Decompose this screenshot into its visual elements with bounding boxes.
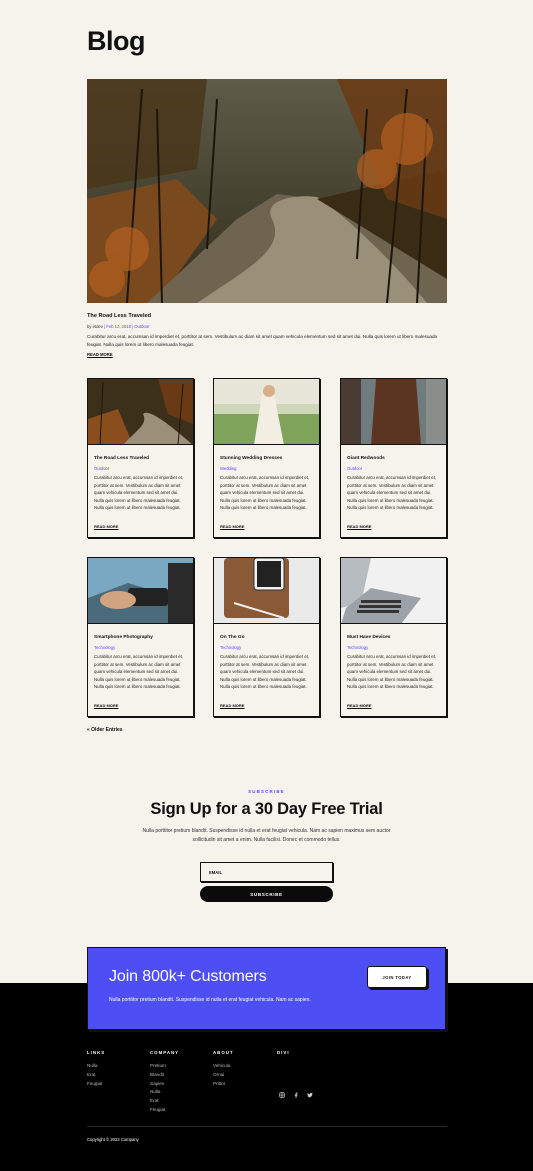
subscribe-title: Sign Up for a 30 Day Free Trial <box>150 800 383 818</box>
subscribe-button[interactable]: SUBSCRIBE <box>200 886 333 902</box>
post-card-category[interactable]: Technology <box>347 645 368 650</box>
post-card-excerpt: Curabitur arcu erat, accumsan id imperdi… <box>220 475 310 511</box>
post-card[interactable]: Giant Redwoods Outdoor Curabitur arcu er… <box>340 378 447 538</box>
page-title: Blog <box>87 26 146 56</box>
footer-link[interactable]: Nulla <box>150 1088 179 1097</box>
post-card-read-more[interactable]: READ MORE <box>347 703 371 708</box>
cta-title: Join 800k+ Customers <box>109 968 267 985</box>
hero-post-title[interactable]: The Road Less Traveled <box>87 313 151 319</box>
email-input[interactable] <box>200 862 333 882</box>
footer-heading: DIVI <box>277 1050 290 1055</box>
post-card-read-more[interactable]: READ MORE <box>347 524 371 529</box>
hero-image[interactable] <box>87 79 447 303</box>
hero-read-more-link[interactable]: READ MORE <box>87 352 113 357</box>
hero-category[interactable]: Outdoor <box>134 324 149 329</box>
post-card-read-more[interactable]: READ MORE <box>94 703 118 708</box>
older-entries-link[interactable]: « Older Entries <box>87 727 123 733</box>
post-card-excerpt: Curabitur arcu erat, accumsan id imperdi… <box>220 654 310 690</box>
footer-link[interactable]: Erat <box>87 1071 105 1080</box>
footer-link[interactable]: Prittor <box>213 1080 234 1089</box>
footer-link[interactable]: Sapien <box>150 1080 179 1089</box>
post-card[interactable]: On The Go Technology Curabitur arcu erat… <box>213 557 320 717</box>
post-thumbnail[interactable] <box>214 558 319 624</box>
post-thumbnail[interactable] <box>88 379 193 445</box>
post-thumbnail[interactable] <box>341 379 446 445</box>
post-card[interactable]: The Road Less Traveled Outdoor Curabitur… <box>87 378 194 538</box>
hero-date: Feb 12, 2018 <box>106 324 131 329</box>
social-links <box>278 1091 314 1099</box>
cta-banner: Join 800k+ Customers Nulla porttitor pre… <box>87 947 446 1030</box>
footer-heading: COMPANY <box>150 1050 180 1055</box>
footer-link[interactable]: Nulla <box>87 1062 105 1071</box>
forest-road-image <box>87 79 447 303</box>
subscribe-text: Nulla porttitor pretium blandit. Suspend… <box>142 828 391 843</box>
footer-link[interactable]: Feugiat <box>150 1106 179 1115</box>
post-thumbnail[interactable] <box>88 558 193 624</box>
footer-link[interactable]: Pretium <box>150 1062 179 1071</box>
post-card-excerpt: Curabitur arcu erat, accumsan id imperdi… <box>94 475 184 511</box>
post-card-excerpt: Curabitur arcu erat, accumsan id imperdi… <box>347 654 437 690</box>
footer-link[interactable]: Vehicula <box>213 1062 234 1071</box>
hero-author[interactable]: by etdev <box>87 324 103 329</box>
post-card-title[interactable]: Smartphone Photography <box>94 635 153 640</box>
twitter-icon[interactable] <box>306 1091 314 1099</box>
footer-link[interactable]: Blandit <box>150 1071 179 1080</box>
footer-heading: ABOUT <box>213 1050 234 1055</box>
post-card-excerpt: Curabitur arcu erat, accumsan id imperdi… <box>94 654 184 690</box>
post-card[interactable]: Stunning Wedding Dresses Wedding Curabit… <box>213 378 320 538</box>
footer-column-links: LINKS Nulla Erat Feugiat <box>87 1050 105 1088</box>
join-today-button[interactable]: JOIN TODAY <box>367 966 427 988</box>
post-card-title[interactable]: On The Go <box>220 635 245 640</box>
post-card[interactable]: Must Have Devices Technology Curabitur a… <box>340 557 447 717</box>
post-thumbnail[interactable] <box>214 379 319 445</box>
subscribe-eyebrow: SUBSCRIBE <box>248 789 285 794</box>
post-card-category[interactable]: Wedding <box>220 466 236 471</box>
footer-divider <box>87 1126 447 1127</box>
hero-excerpt: Curabitur arcu erat, accumsan id imperdi… <box>87 334 438 347</box>
footer-link[interactable]: Ornai <box>213 1071 234 1080</box>
post-card-excerpt: Curabitur arcu erat, accumsan id imperdi… <box>347 475 437 511</box>
post-card[interactable]: Smartphone Photography Technology Curabi… <box>87 557 194 717</box>
post-card-title[interactable]: Giant Redwoods <box>347 456 385 461</box>
copyright-text: Copyright © 2022 Company <box>87 1137 139 1142</box>
footer-link[interactable]: Erat <box>150 1097 179 1106</box>
footer-column-divi: DIVI <box>277 1050 290 1062</box>
footer-link[interactable]: Feugiat <box>87 1080 105 1089</box>
post-card-category[interactable]: Technology <box>220 645 241 650</box>
post-card-read-more[interactable]: READ MORE <box>220 524 244 529</box>
post-card-read-more[interactable]: READ MORE <box>94 524 118 529</box>
post-thumbnail[interactable] <box>341 558 446 624</box>
footer-column-about: ABOUT Vehicula Ornai Prittor <box>213 1050 234 1088</box>
post-card-read-more[interactable]: READ MORE <box>220 703 244 708</box>
footer-heading: LINKS <box>87 1050 106 1055</box>
post-card-title[interactable]: Must Have Devices <box>347 635 390 640</box>
facebook-icon[interactable] <box>292 1091 300 1099</box>
cta-text: Nulla porttitor pretium blandit. Suspend… <box>109 997 311 1003</box>
post-card-title[interactable]: The Road Less Traveled <box>94 456 149 461</box>
instagram-icon[interactable] <box>278 1091 286 1099</box>
post-card-category[interactable]: Outdoor <box>94 466 109 471</box>
post-card-category[interactable]: Outdoor <box>347 466 362 471</box>
footer-column-company: COMPANY Pretium Blandit Sapien Nulla Era… <box>150 1050 179 1115</box>
post-card-category[interactable]: Technology <box>94 645 115 650</box>
hero-post-meta: by etdev | Feb 12, 2018 | Outdoor <box>87 324 150 329</box>
post-card-title[interactable]: Stunning Wedding Dresses <box>220 456 282 461</box>
